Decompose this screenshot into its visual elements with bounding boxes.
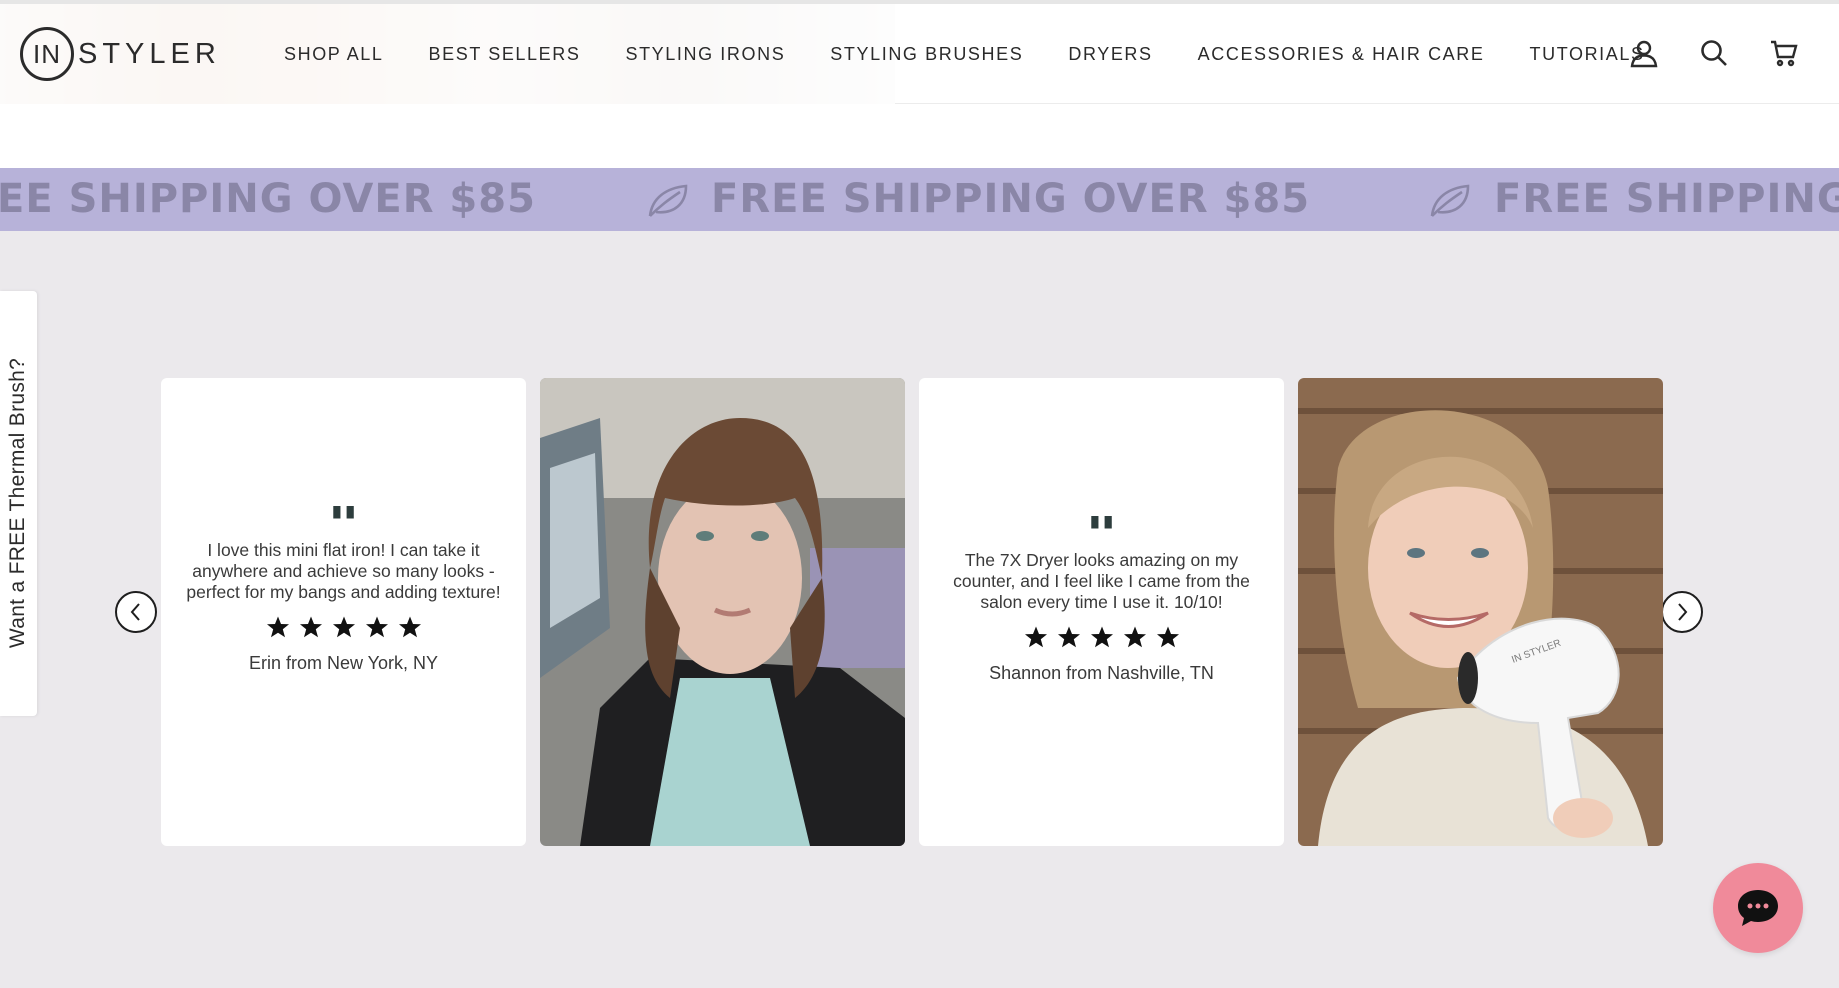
- star-rating: [183, 615, 504, 639]
- logo-mark: IN: [20, 27, 74, 81]
- search-icon[interactable]: [1697, 36, 1731, 70]
- star-icon: [266, 616, 289, 638]
- review-text: The 7X Dryer looks amazing on my counter…: [953, 550, 1250, 612]
- nav-best-sellers[interactable]: BEST SELLERS: [429, 44, 581, 65]
- quote-icon: ": [183, 506, 504, 540]
- star-icon: [1057, 626, 1080, 648]
- shipping-text: FREE SHIPPING OVER $85: [711, 176, 1311, 222]
- spacer-band: [0, 104, 1839, 168]
- customer-photo: [540, 378, 905, 846]
- star-icon: [299, 616, 322, 638]
- main-nav: SHOP ALL BEST SELLERS STYLING IRONS STYL…: [284, 42, 1690, 66]
- chevron-right-icon: [1678, 603, 1688, 621]
- customer-photo-image: IN STYLER: [1298, 378, 1663, 846]
- star-icon: [1090, 626, 1113, 648]
- leaf-icon: [648, 184, 688, 217]
- star-icon: [365, 616, 388, 638]
- nav-shop-all[interactable]: SHOP ALL: [284, 44, 384, 65]
- carousel-prev-button[interactable]: [115, 591, 157, 633]
- logo-text: STYLER: [78, 37, 221, 70]
- star-rating: [941, 625, 1262, 649]
- nav-dryers[interactable]: DRYERS: [1068, 44, 1152, 65]
- carousel-next-button[interactable]: [1661, 591, 1703, 633]
- free-shipping-banner: EE SHIPPING OVER $85 FREE SHIPPING OVER …: [0, 168, 1839, 231]
- chat-button[interactable]: [1713, 863, 1803, 953]
- account-icon[interactable]: [1627, 36, 1661, 70]
- review-card: " I love this mini flat iron! I can take…: [161, 378, 526, 846]
- nav-styling-irons[interactable]: STYLING IRONS: [625, 44, 785, 65]
- review-card: " The 7X Dryer looks amazing on my count…: [919, 378, 1284, 846]
- star-icon: [1024, 626, 1047, 648]
- free-thermal-brush-tab[interactable]: Want a FREE Thermal Brush?: [0, 291, 37, 716]
- star-icon: [332, 616, 355, 638]
- instyler-logo[interactable]: IN STYLER: [20, 27, 221, 81]
- nav-accessories-hair-care[interactable]: ACCESSORIES & HAIR CARE: [1198, 44, 1485, 65]
- chevron-left-icon: [130, 603, 140, 621]
- cart-icon[interactable]: [1767, 36, 1801, 70]
- quote-icon: ": [941, 516, 1262, 550]
- nav-styling-brushes[interactable]: STYLING BRUSHES: [830, 44, 1023, 65]
- star-icon: [398, 616, 421, 638]
- star-icon: [1123, 626, 1146, 648]
- leaf-icon: [1430, 184, 1470, 217]
- reviewer-name: Erin from New York, NY: [248, 653, 439, 673]
- customer-photo-image: [540, 378, 905, 846]
- side-tab-label: Want a FREE Thermal Brush?: [6, 357, 29, 649]
- shipping-text: FREE SHIPPING O: [1494, 176, 1839, 222]
- chat-bubble-icon: [1738, 890, 1778, 926]
- shipping-text: EE SHIPPING OVER $85: [0, 176, 536, 222]
- review-text: I love this mini flat iron! I can take i…: [186, 540, 501, 602]
- customer-photo: IN STYLER: [1298, 378, 1663, 846]
- star-icon: [1156, 626, 1179, 648]
- reviewer-name: Shannon from Nashville, TN: [989, 663, 1214, 683]
